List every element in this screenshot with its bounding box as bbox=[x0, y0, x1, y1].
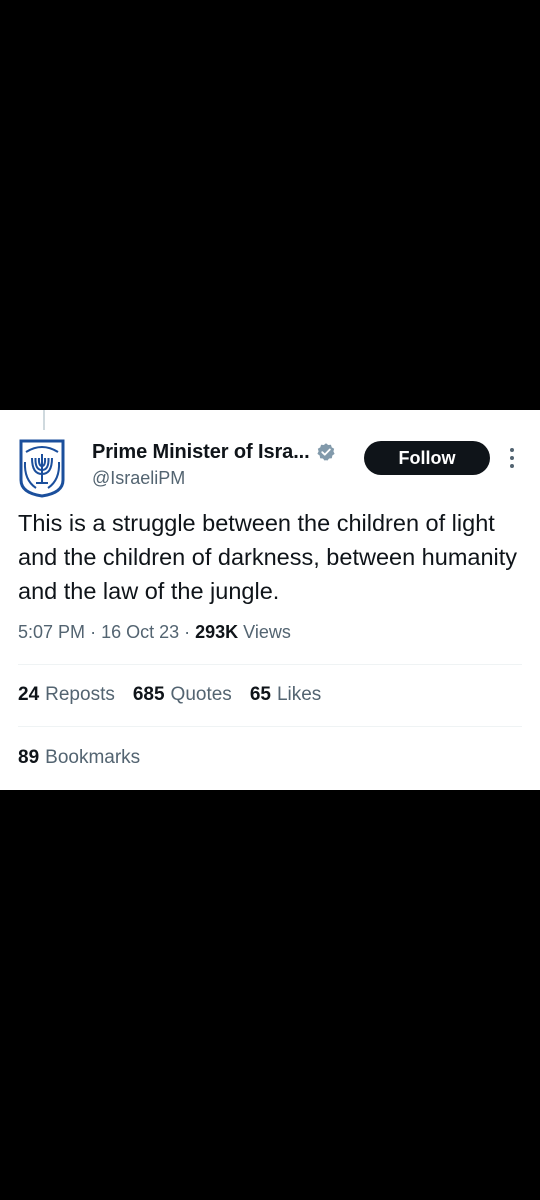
engagement-stats: 24 Reposts 685 Quotes 65 Likes bbox=[18, 684, 321, 706]
tweet-text: This is a struggle between the children … bbox=[18, 510, 518, 604]
quotes-stat[interactable]: 685 Quotes bbox=[133, 684, 232, 706]
reposts-count: 24 bbox=[18, 684, 40, 705]
tweet-meta: 5:07 PM · 16 Oct 23 · 293K Views bbox=[18, 622, 291, 643]
quotes-label: Quotes bbox=[170, 684, 232, 705]
reposts-label: Reposts bbox=[45, 684, 115, 705]
tweet-card: Prime Minister of Isra... @IsraeliPM Fol… bbox=[0, 410, 540, 790]
tweet-date[interactable]: 16 Oct 23 bbox=[101, 622, 179, 642]
views-count: 293K bbox=[195, 622, 239, 642]
divider bbox=[18, 726, 522, 727]
more-options-icon[interactable] bbox=[504, 446, 520, 470]
bookmarks-count: 89 bbox=[18, 747, 40, 768]
views-label: Views bbox=[243, 622, 291, 642]
author-display-name[interactable]: Prime Minister of Isra... bbox=[92, 441, 310, 464]
divider bbox=[18, 664, 522, 665]
likes-label: Likes bbox=[276, 684, 322, 705]
reposts-stat[interactable]: 24 Reposts bbox=[18, 684, 115, 706]
likes-stat[interactable]: 65 Likes bbox=[250, 684, 322, 706]
thread-line bbox=[43, 410, 45, 430]
meta-separator: · bbox=[184, 622, 196, 642]
author-handle[interactable]: @IsraeliPM bbox=[92, 468, 185, 489]
author-name-row[interactable]: Prime Minister of Isra... bbox=[92, 440, 336, 464]
verified-badge-icon bbox=[316, 443, 335, 461]
likes-count: 65 bbox=[249, 684, 271, 705]
bookmarks-label: Bookmarks bbox=[45, 747, 141, 768]
screenshot-stage: Prime Minister of Isra... @IsraeliPM Fol… bbox=[0, 0, 540, 1200]
follow-button[interactable]: Follow bbox=[364, 441, 490, 475]
bookmarks-stat[interactable]: 89 Bookmarks bbox=[18, 747, 140, 769]
meta-separator: · bbox=[90, 622, 102, 642]
tweet-time[interactable]: 5:07 PM bbox=[18, 622, 85, 642]
quotes-count: 685 bbox=[132, 684, 165, 705]
israel-emblem-icon[interactable] bbox=[18, 438, 66, 498]
